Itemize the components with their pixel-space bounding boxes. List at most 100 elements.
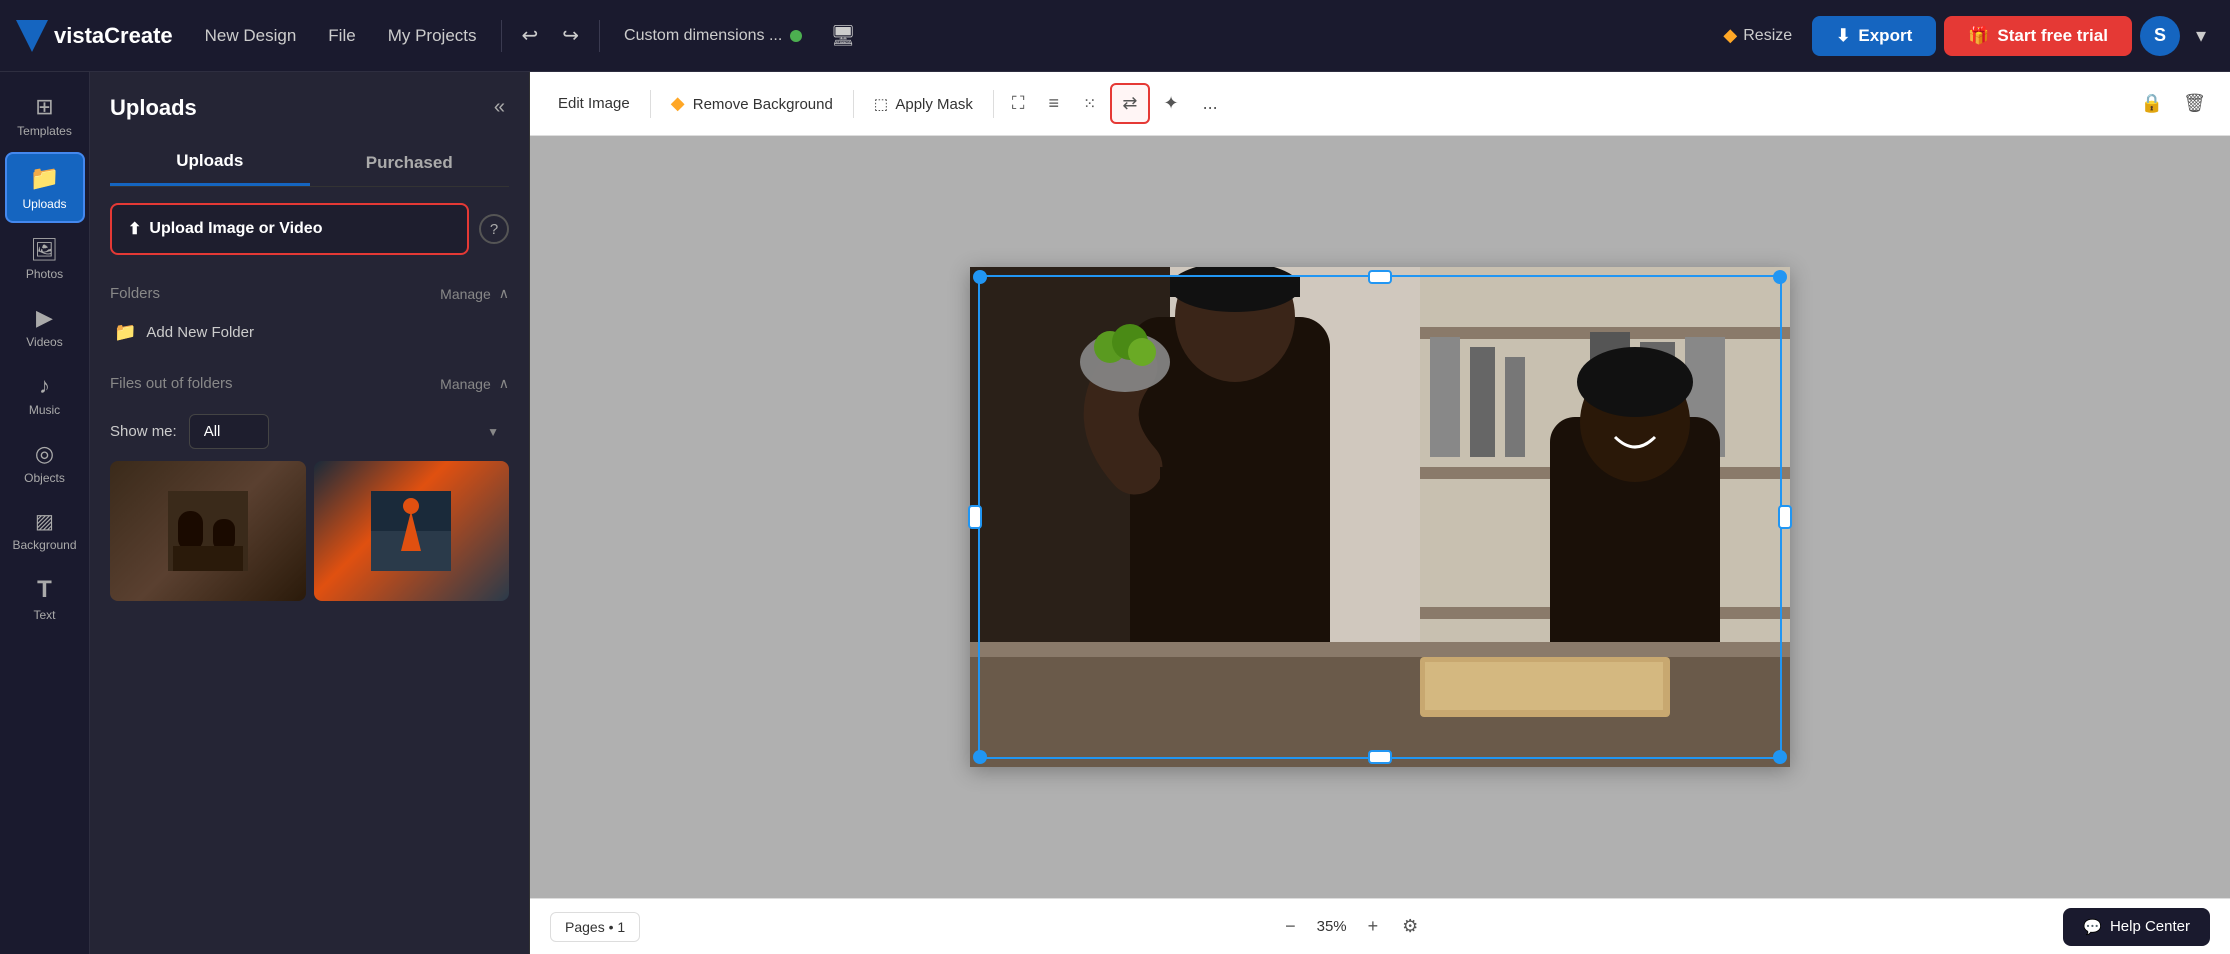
canvas-area: Edit Image ◆ Remove Background ⬚ Apply M… bbox=[530, 72, 2230, 954]
sparkle-button[interactable]: ✦ bbox=[1154, 85, 1189, 122]
upload-help-button[interactable]: ? bbox=[479, 214, 509, 244]
more-options-button[interactable]: ... bbox=[1193, 85, 1228, 122]
sidebar-item-text[interactable]: T Text bbox=[5, 566, 85, 632]
zoom-value: 35% bbox=[1312, 918, 1352, 935]
chat-icon: 💬 bbox=[2083, 918, 2102, 936]
help-center-button[interactable]: 💬 Help Center bbox=[2063, 908, 2210, 946]
edit-image-button[interactable]: Edit Image bbox=[546, 89, 642, 118]
resize-button[interactable]: ◆ Resize bbox=[1711, 19, 1804, 52]
sidebar-item-objects[interactable]: ◎ Objects bbox=[5, 431, 85, 495]
canvas-settings-button[interactable]: ⚙ bbox=[1394, 910, 1426, 943]
sidebar-item-label-text: Text bbox=[33, 608, 55, 622]
redo-icon: ↪ bbox=[562, 23, 579, 48]
bottom-bar: Pages • 1 − 35% + ⚙ 💬 Help Center bbox=[530, 898, 2230, 954]
pages-badge[interactable]: Pages • 1 bbox=[550, 912, 640, 942]
file-menu-button[interactable]: File bbox=[316, 20, 367, 52]
flip-icon: ⇄ bbox=[1122, 93, 1137, 114]
export-button[interactable]: ⬇ Export bbox=[1812, 16, 1936, 56]
zoom-in-button[interactable]: + bbox=[1360, 910, 1387, 943]
flip-button[interactable]: ⇄ bbox=[1110, 83, 1149, 124]
files-chevron-icon: ∧ bbox=[499, 375, 509, 392]
logo[interactable]: vistaCreate bbox=[16, 20, 173, 52]
gem-icon: ◆ bbox=[1723, 25, 1737, 46]
green-dot-icon bbox=[790, 30, 802, 42]
main-layout: ⊞ Templates 📁 Uploads 🖼 Photos ▶ Videos … bbox=[0, 72, 2230, 954]
logo-icon bbox=[16, 20, 48, 52]
show-me-select-wrapper: All Images Videos bbox=[189, 414, 509, 449]
panel-content: ⬆ Upload Image or Video ? Folders Manage… bbox=[90, 187, 529, 954]
show-me-select[interactable]: All Images Videos bbox=[189, 414, 269, 449]
thumbnails-grid bbox=[110, 461, 509, 601]
files-section-header[interactable]: Files out of folders Manage ∧ bbox=[110, 365, 509, 402]
lock-button[interactable]: 🔒 bbox=[2133, 85, 2171, 122]
sidebar-item-uploads[interactable]: 📁 Uploads bbox=[5, 152, 85, 223]
upload-image-button[interactable]: ⬆ Upload Image or Video bbox=[110, 203, 469, 255]
gift-icon: 🎁 bbox=[1968, 26, 1989, 46]
new-design-button[interactable]: New Design bbox=[193, 20, 309, 52]
sidebar-item-background[interactable]: ▨ Background bbox=[5, 499, 85, 562]
folders-actions: Manage ∧ bbox=[440, 285, 509, 302]
folder-add-icon: 📁 bbox=[114, 322, 136, 343]
icon-sidebar: ⊞ Templates 📁 Uploads 🖼 Photos ▶ Videos … bbox=[0, 72, 90, 954]
delete-button[interactable]: 🗑 bbox=[2175, 85, 2214, 122]
remove-background-button[interactable]: ◆ Remove Background bbox=[659, 87, 845, 120]
folders-manage-button[interactable]: Manage bbox=[440, 286, 491, 302]
add-folder-item[interactable]: 📁 Add New Folder bbox=[110, 312, 509, 353]
more-icon: ... bbox=[1203, 93, 1218, 114]
collapse-icon: « bbox=[494, 96, 505, 118]
canvas-image[interactable] bbox=[970, 267, 1790, 767]
crop-icon: ⛶ bbox=[1012, 93, 1025, 114]
apply-mask-icon: ⬚ bbox=[874, 96, 888, 113]
add-folder-label: Add New Folder bbox=[146, 324, 254, 341]
objects-icon: ◎ bbox=[35, 441, 54, 467]
folders-section-header[interactable]: Folders Manage ∧ bbox=[110, 275, 509, 312]
sidebar-item-label-objects: Objects bbox=[24, 471, 65, 485]
sidebar-item-label-videos: Videos bbox=[26, 335, 62, 349]
videos-icon: ▶ bbox=[36, 305, 53, 331]
sidebar-item-label-photos: Photos bbox=[26, 267, 63, 281]
lines-button[interactable]: ≡ bbox=[1038, 85, 1069, 122]
tab-purchased[interactable]: Purchased bbox=[310, 139, 510, 186]
logo-text: vistaCreate bbox=[54, 23, 173, 49]
show-me-label: Show me: bbox=[110, 423, 177, 440]
undo-button[interactable]: ↩ bbox=[514, 17, 547, 54]
canvas-page[interactable] bbox=[970, 267, 1790, 767]
chevron-down-icon: ▾ bbox=[2196, 23, 2206, 48]
toolbar-divider-1 bbox=[650, 90, 651, 118]
sidebar-item-videos[interactable]: ▶ Videos bbox=[5, 295, 85, 359]
thumbnail-skater[interactable] bbox=[314, 461, 510, 601]
user-avatar-button[interactable]: S bbox=[2140, 16, 2180, 56]
zoom-out-button[interactable]: − bbox=[1277, 910, 1304, 943]
my-projects-button[interactable]: My Projects bbox=[376, 20, 489, 52]
screen-icon-button[interactable]: 🖥 bbox=[822, 17, 863, 54]
uploads-panel-title: Uploads bbox=[110, 95, 197, 121]
show-me-row: Show me: All Images Videos bbox=[110, 414, 509, 449]
sidebar-item-templates[interactable]: ⊞ Templates bbox=[5, 84, 85, 148]
sidebar-item-label-templates: Templates bbox=[17, 124, 72, 138]
redo-button[interactable]: ↪ bbox=[554, 17, 587, 54]
zoom-controls: − 35% + ⚙ bbox=[1277, 910, 1426, 943]
nav-divider-1 bbox=[501, 20, 502, 52]
tab-uploads[interactable]: Uploads bbox=[110, 139, 310, 186]
export-icon: ⬇ bbox=[1836, 26, 1850, 46]
folders-label: Folders bbox=[110, 285, 160, 302]
folders-chevron-icon: ∧ bbox=[499, 285, 509, 302]
trial-button[interactable]: 🎁 Start free trial bbox=[1944, 16, 2132, 56]
dimension-label: Custom dimensions ... bbox=[624, 27, 782, 45]
sparkle-icon: ✦ bbox=[1164, 93, 1179, 114]
files-label: Files out of folders bbox=[110, 375, 233, 392]
files-manage-button[interactable]: Manage bbox=[440, 376, 491, 392]
transparency-button[interactable]: ⁙ bbox=[1073, 86, 1106, 122]
apply-mask-button[interactable]: ⬚ Apply Mask bbox=[862, 89, 985, 119]
user-menu-chevron[interactable]: ▾ bbox=[2188, 17, 2214, 54]
dimension-selector[interactable]: Custom dimensions ... bbox=[612, 21, 814, 51]
canvas-viewport bbox=[530, 136, 2230, 898]
sidebar-item-label-uploads: Uploads bbox=[22, 197, 66, 211]
files-section: Files out of folders Manage ∧ Show me: A… bbox=[110, 365, 509, 601]
crop-button[interactable]: ⛶ bbox=[1002, 85, 1035, 122]
collapse-panel-button[interactable]: « bbox=[490, 92, 509, 123]
thumbnail-kitchen[interactable] bbox=[110, 461, 306, 601]
sidebar-item-music[interactable]: ♪ Music bbox=[5, 363, 85, 427]
settings-icon: ⚙ bbox=[1402, 916, 1418, 936]
sidebar-item-photos[interactable]: 🖼 Photos bbox=[5, 227, 85, 291]
